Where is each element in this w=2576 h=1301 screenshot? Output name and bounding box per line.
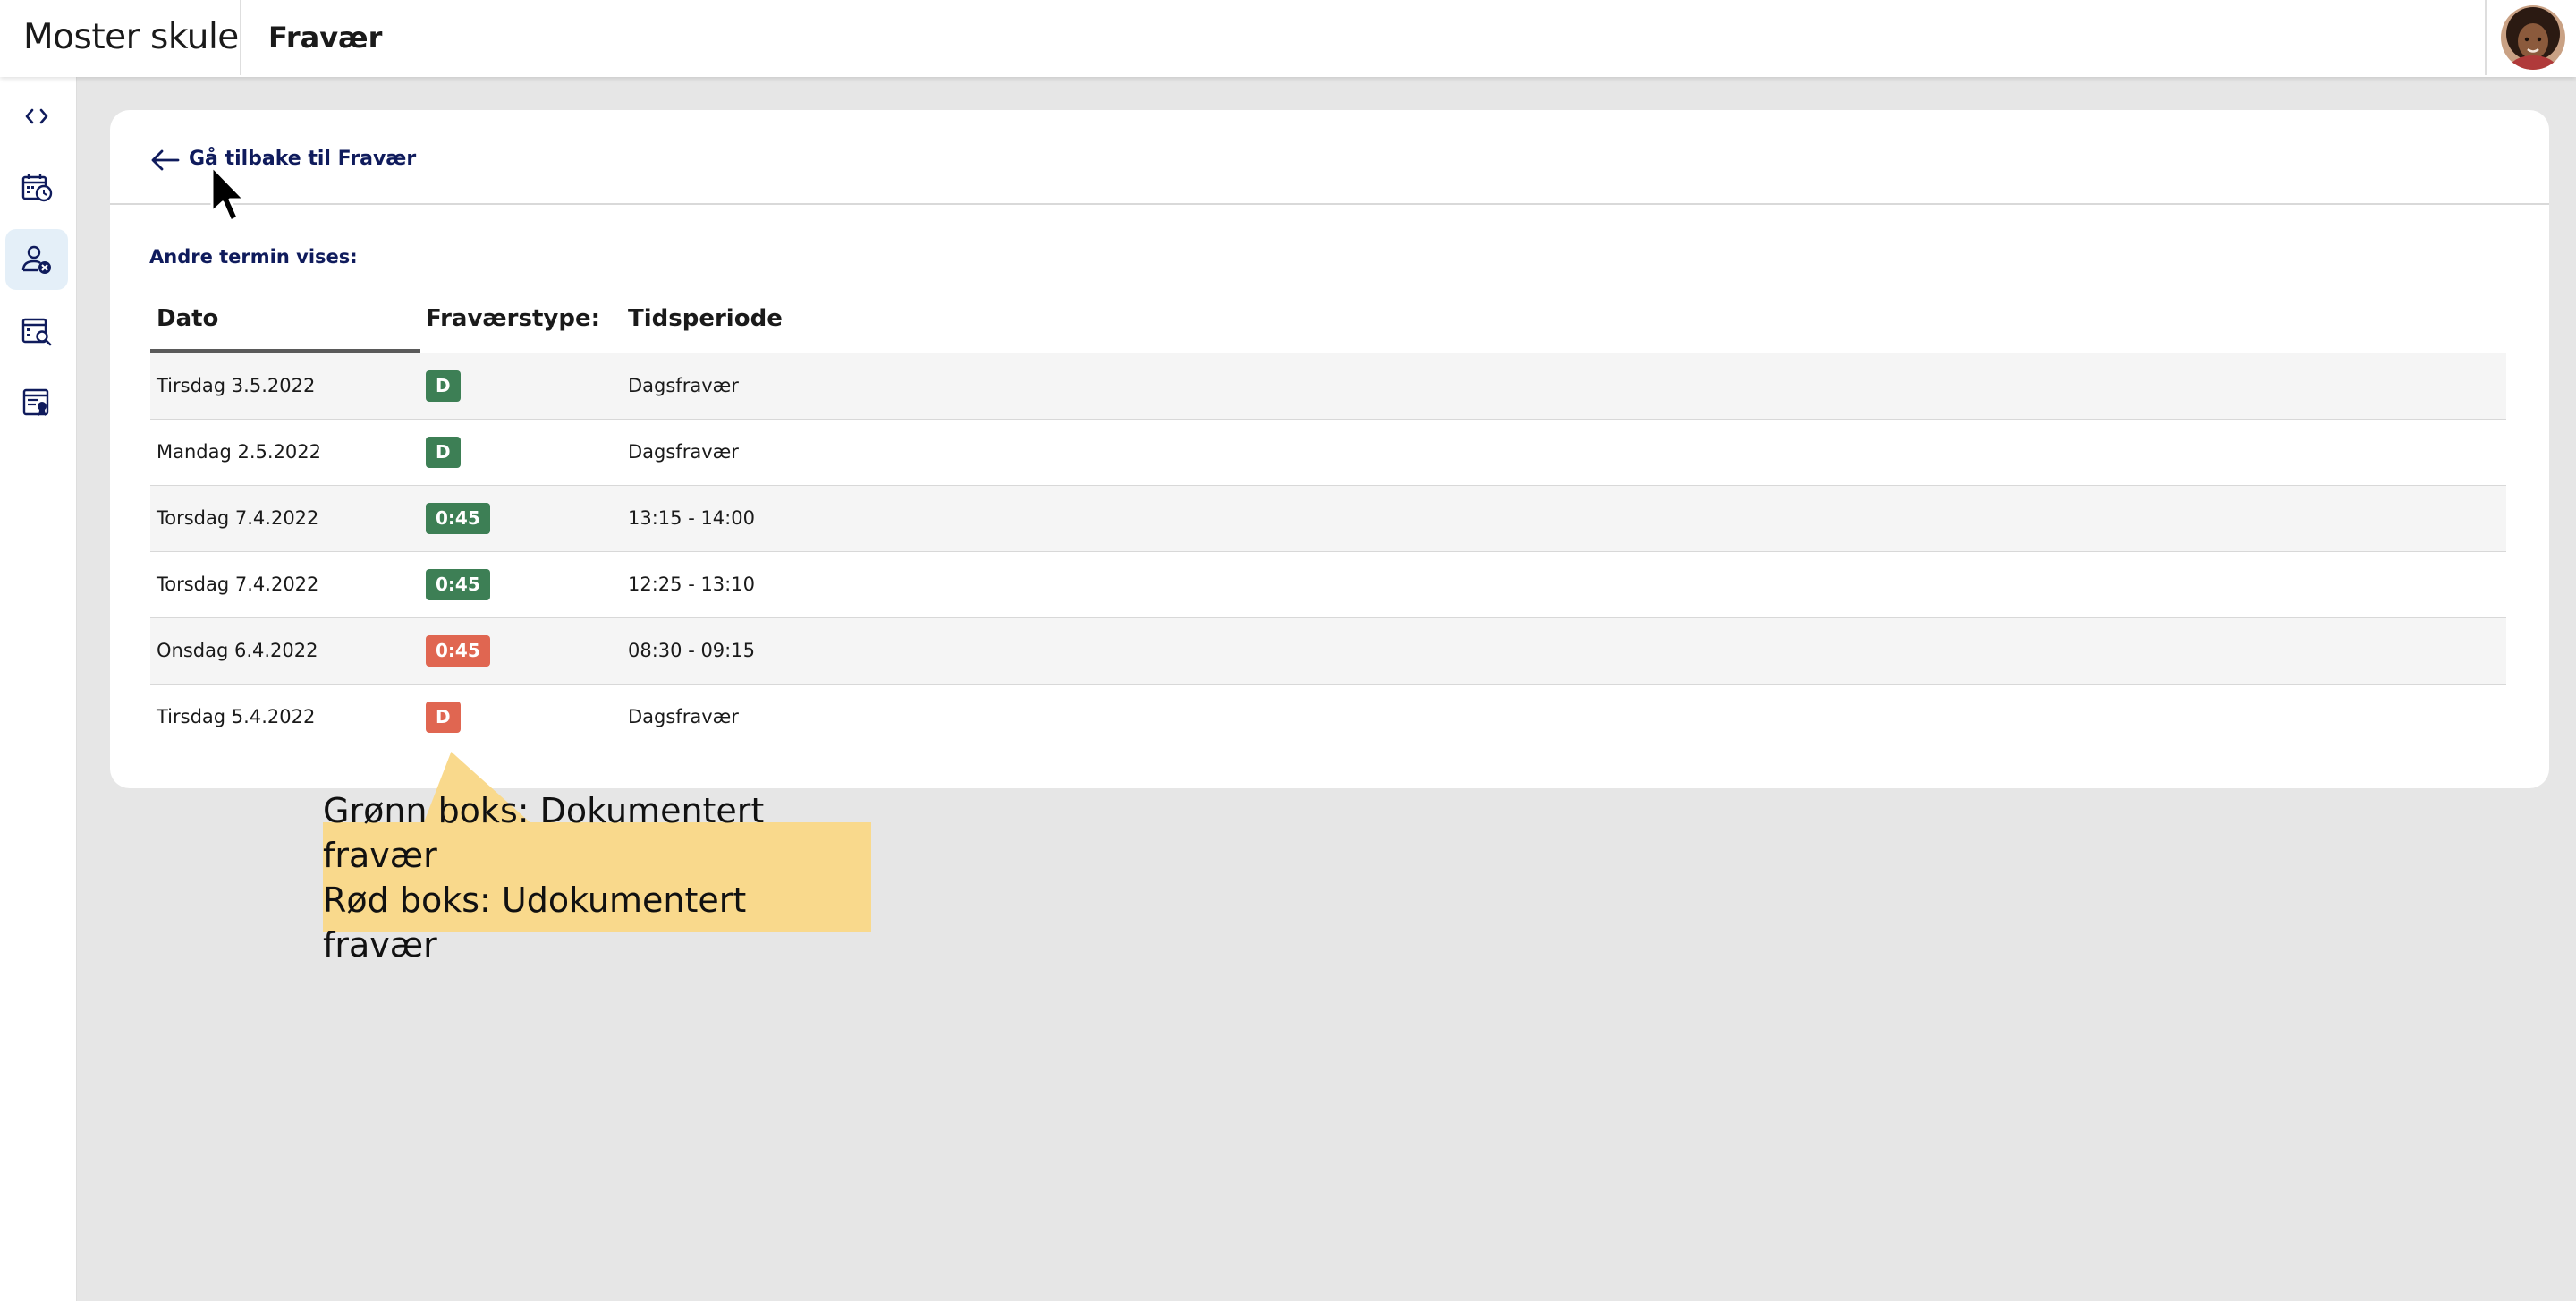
period-cell: 08:30 - 09:15 xyxy=(628,640,755,661)
table-header: Dato Fraværstype: Tidsperiode xyxy=(150,285,2506,353)
absence-type-badge: D xyxy=(426,702,461,733)
school-name: Moster skule xyxy=(23,17,239,57)
code-brackets-icon xyxy=(25,108,48,124)
header-divider xyxy=(2485,0,2487,75)
sidebar xyxy=(0,77,77,1301)
date-cell: Mandag 2.5.2022 xyxy=(157,441,322,463)
page-title: Fravær xyxy=(268,21,383,55)
absence-card: Gå tilbake til Fravær Andre termin vises… xyxy=(110,110,2549,788)
table-row: Onsdag 6.4.2022 0:45 08:30 - 09:15 xyxy=(150,618,2506,685)
date-cell: Tirsdag 3.5.2022 xyxy=(157,375,316,396)
date-cell: Tirsdag 5.4.2022 xyxy=(157,706,316,727)
mouse-cursor-icon xyxy=(210,165,246,223)
list-badge-icon xyxy=(22,388,49,416)
arrow-left-icon xyxy=(151,149,180,171)
card-divider xyxy=(110,203,2549,205)
sidebar-collapse-toggle[interactable] xyxy=(5,86,68,147)
user-avatar[interactable] xyxy=(2501,5,2565,70)
table-row: Mandag 2.5.2022 D Dagsfravær xyxy=(150,420,2506,486)
table-row: Tirsdag 5.4.2022 D Dagsfravær xyxy=(150,685,2506,751)
sidebar-item-schedule[interactable] xyxy=(5,157,68,218)
person-x-icon xyxy=(21,245,51,274)
column-header-period[interactable]: Tidsperiode xyxy=(628,305,783,332)
period-cell: 13:15 - 14:00 xyxy=(628,507,755,529)
tooltip-line-documented: Grønn boks: Dokumentert fravær xyxy=(323,790,765,875)
back-link[interactable]: Gå tilbake til Fravær xyxy=(149,144,416,234)
period-cell: 12:25 - 13:10 xyxy=(628,574,755,595)
period-cell: Dagsfravær xyxy=(628,375,739,396)
date-cell: Onsdag 6.4.2022 xyxy=(157,640,318,661)
period-cell: Dagsfravær xyxy=(628,441,739,463)
top-bar: Moster skule Fravær xyxy=(0,0,2576,77)
tooltip-line-undocumented: Rød boks: Udokumentert fravær xyxy=(323,880,747,965)
date-cell: Torsdag 7.4.2022 xyxy=(157,574,319,595)
absence-table: Dato Fraværstype: Tidsperiode Tirsdag 3.… xyxy=(150,285,2506,751)
calendar-clock-icon xyxy=(21,174,53,202)
sidebar-item-absence[interactable] xyxy=(5,229,68,290)
absence-type-badge: 0:45 xyxy=(426,569,490,600)
sidebar-item-grades[interactable] xyxy=(5,301,68,361)
table-row: Tirsdag 3.5.2022 D Dagsfravær xyxy=(150,353,2506,420)
period-cell: Dagsfravær xyxy=(628,706,739,727)
absence-type-badge: 0:45 xyxy=(426,635,490,667)
document-search-icon xyxy=(21,318,52,346)
term-label: Andre termin vises: xyxy=(149,246,358,268)
absence-type-badge: D xyxy=(426,370,461,402)
absence-type-badge: D xyxy=(426,437,461,468)
column-header-date[interactable]: Dato xyxy=(157,305,218,332)
absence-type-badge: 0:45 xyxy=(426,503,490,534)
table-row: Torsdag 7.4.2022 0:45 13:15 - 14:00 xyxy=(150,486,2506,552)
sidebar-item-certificates[interactable] xyxy=(5,372,68,433)
header-divider xyxy=(240,0,242,75)
date-cell: Torsdag 7.4.2022 xyxy=(157,507,319,529)
legend-tooltip: Grønn boks: Dokumentert fravær Rød boks:… xyxy=(323,791,871,965)
column-header-type[interactable]: Fraværstype: xyxy=(426,305,600,332)
table-row: Torsdag 7.4.2022 0:45 12:25 - 13:10 xyxy=(150,552,2506,618)
